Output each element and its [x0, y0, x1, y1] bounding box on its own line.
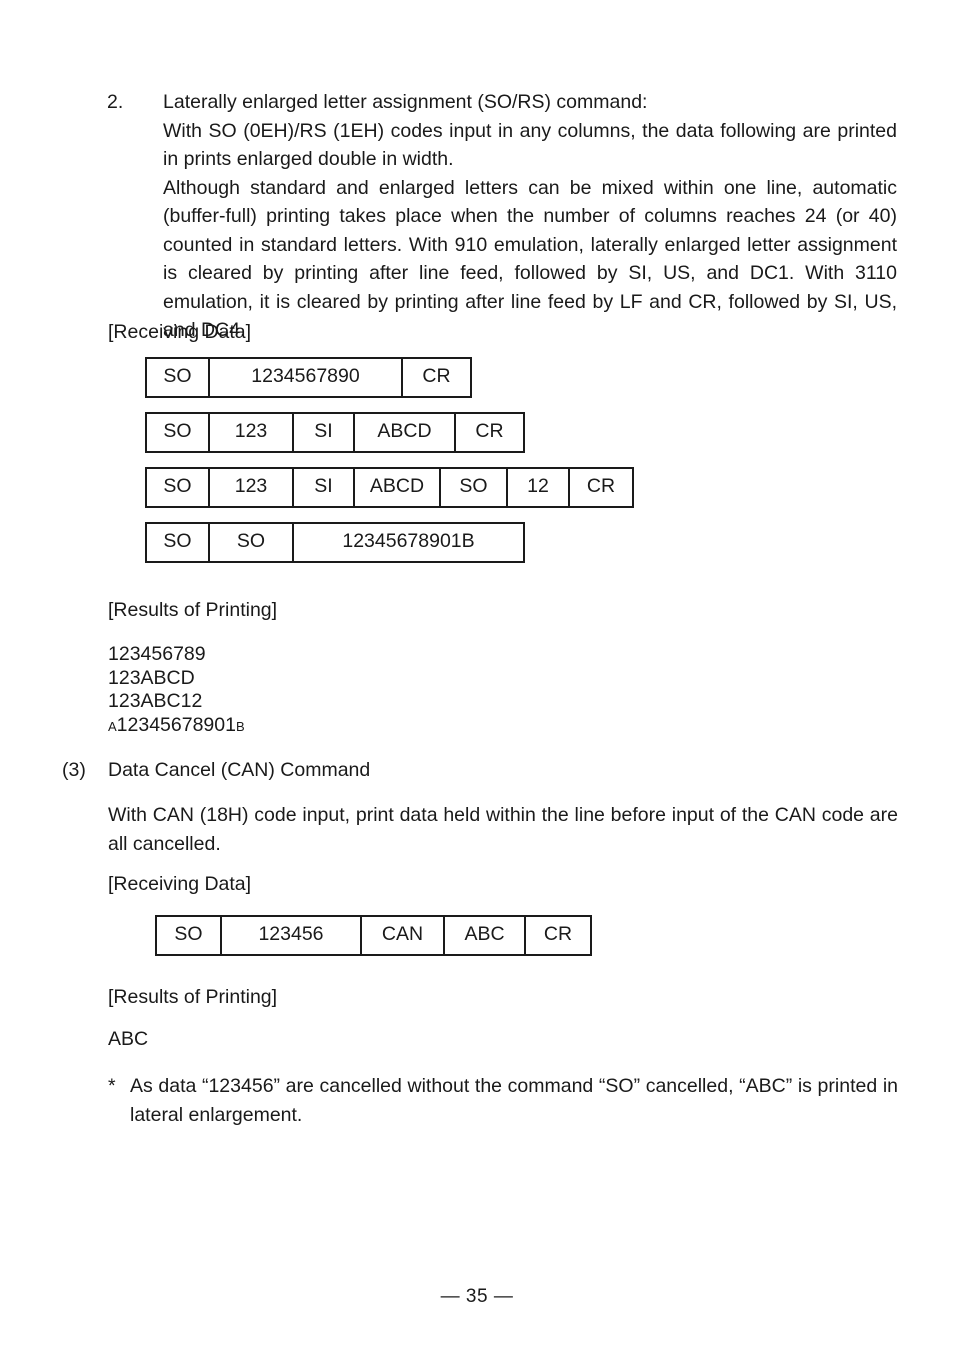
table-cell: 123 — [210, 469, 294, 506]
receiving-data-table-3: SO 123 SI ABCD SO 12 CR — [145, 467, 634, 508]
table-cell: 12 — [508, 469, 570, 506]
printout-main: 123456789 — [108, 643, 206, 665]
receiving-data-table-1: SO 1234567890 CR — [145, 357, 472, 398]
printout-main: 123ABCD — [108, 666, 195, 689]
table-cell: ABCD — [355, 469, 441, 506]
section-3-title: Data Cancel (CAN) Command — [108, 759, 371, 781]
table-cell: CR — [422, 364, 451, 387]
printout-results-2: ABC — [108, 1028, 149, 1050]
printout-line: 123ABCD — [108, 667, 245, 691]
section-3-title-wrap: Data Cancel (CAN) Command — [108, 756, 897, 785]
page-number: — 35 — — [440, 1286, 514, 1307]
printout-line: A12345678901B — [108, 714, 245, 739]
printout-small-suffix: B — [235, 718, 245, 734]
receiving-data-label-2: [Receiving Data] — [108, 873, 252, 895]
printout-results-1: 123456789 123ABCD 123ABC12 A12345678901B — [108, 643, 245, 738]
section-3: (3) Data Cancel (CAN) Command — [62, 756, 897, 785]
table-cell: CR — [475, 419, 504, 442]
table-cell: ABCD — [355, 414, 456, 451]
footnote-text: As data “123456” are cancelled without t… — [130, 1075, 898, 1126]
table-cell: SO — [147, 469, 210, 506]
printout-main: 12345678901 — [116, 713, 236, 736]
table-cell: SO — [210, 524, 294, 561]
printout-small-prefix: A — [108, 718, 117, 734]
section-2-number: 2. — [107, 91, 124, 113]
printout-line: 123ABC12 — [108, 690, 245, 714]
section-2: 2. Laterally enlarged letter assignment … — [107, 88, 897, 345]
section-2-title: Laterally enlarged letter assignment (SO… — [163, 91, 648, 113]
table-cell: CR — [586, 474, 616, 497]
printout-line: 123456789 — [108, 643, 245, 667]
receiving-data-table-4: SO SO 12345678901B — [145, 522, 525, 563]
section-3-number: (3) — [62, 759, 86, 781]
table-cell: CR — [543, 922, 573, 945]
section-3-paragraph-1: With CAN (18H) code input, print data he… — [108, 804, 898, 855]
results-of-printing-label-2: [Results of Printing] — [108, 986, 278, 1008]
section-2-body: Laterally enlarged letter assignment (SO… — [163, 88, 897, 345]
table-cell: SO — [157, 917, 222, 954]
document-page: 2. Laterally enlarged letter assignment … — [0, 0, 954, 1352]
table-cell: ABC — [445, 917, 526, 954]
table-cell: SO — [147, 414, 210, 451]
table-cell: 12345678901B — [342, 529, 475, 552]
table-cell: SI — [294, 469, 355, 506]
printout-main: 123ABC12 — [108, 690, 203, 712]
table-cell: SI — [294, 414, 355, 451]
receiving-data-table-2: SO 123 SI ABCD CR — [145, 412, 525, 453]
table-cell: 1234567890 — [210, 359, 403, 396]
results-of-printing-label-1: [Results of Printing] — [108, 599, 278, 621]
table-cell: SO — [441, 469, 508, 506]
table-cell: SO — [147, 524, 210, 561]
section-2-paragraph-2: Although standard and enlarged letters c… — [163, 176, 897, 342]
table-cell: SO — [147, 359, 210, 396]
section-3-footnote: * As data “123456” are cancelled without… — [108, 1072, 898, 1129]
receiving-data-label-1: [Receiving Data] — [108, 321, 252, 343]
footnote-marker: * — [108, 1075, 116, 1097]
table-cell: 123456 — [222, 917, 362, 954]
table-cell: 123 — [210, 414, 294, 451]
receiving-data-table-5: SO 123456 CAN ABC CR — [155, 915, 592, 956]
section-2-paragraph-1: With SO (0EH)/RS (1EH) codes input in an… — [163, 119, 897, 171]
table-cell: CAN — [362, 917, 445, 954]
